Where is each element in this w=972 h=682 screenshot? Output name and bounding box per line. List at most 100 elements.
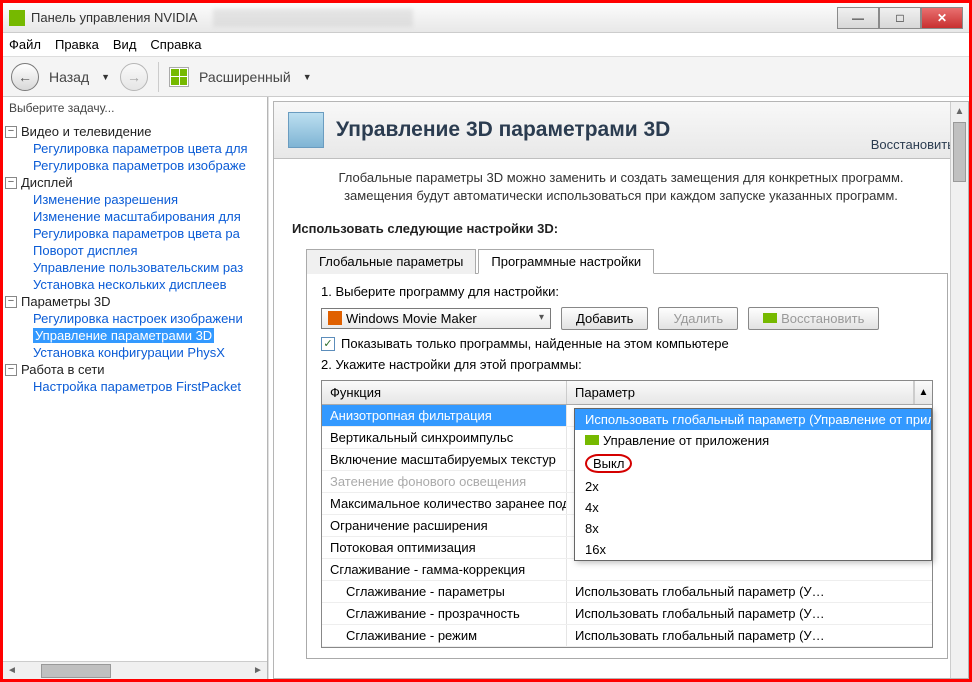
- tree-item[interactable]: Установка нескольких дисплеев: [33, 276, 265, 293]
- restore-link[interactable]: Восстановить: [871, 137, 954, 152]
- tree-item[interactable]: Изменение разрешения: [33, 191, 265, 208]
- nvidia-icon: [585, 435, 599, 445]
- task-tree: −Видео и телевидениеРегулировка параметр…: [3, 119, 267, 661]
- back-button[interactable]: ←: [11, 63, 39, 91]
- forward-button[interactable]: →: [120, 63, 148, 91]
- sidebar: Выберите задачу... −Видео и телевидениеР…: [3, 97, 268, 679]
- cell-parameter[interactable]: Использовать глобальный параметр (У…: [567, 625, 932, 646]
- minus-icon[interactable]: −: [5, 364, 17, 376]
- show-only-found-checkbox[interactable]: ✓: [321, 337, 335, 351]
- tab-program[interactable]: Программные настройки: [478, 249, 654, 274]
- view-mode-label[interactable]: Расширенный: [199, 69, 291, 85]
- tree-group-label: Дисплей: [21, 175, 73, 190]
- title-bar: Панель управления NVIDIA — □ ✕: [3, 3, 969, 33]
- remove-button[interactable]: Удалить: [658, 307, 738, 330]
- tab-content: 1. Выберите программу для настройки: Win…: [306, 274, 948, 659]
- program-combo[interactable]: Windows Movie Maker: [321, 308, 551, 329]
- dropdown-item[interactable]: 4x: [575, 497, 931, 518]
- program-icon: [328, 311, 342, 325]
- table-row[interactable]: Сглаживание - прозрачностьИспользовать г…: [322, 603, 932, 625]
- tree-item[interactable]: Поворот дисплея: [33, 242, 265, 259]
- tree-item[interactable]: Управление пользовательским раз: [33, 259, 265, 276]
- window-buttons: — □ ✕: [837, 7, 963, 29]
- tree-item[interactable]: Регулировка параметров изображе: [33, 157, 265, 174]
- table-row[interactable]: Сглаживание - режимИспользовать глобальн…: [322, 625, 932, 647]
- tree-item[interactable]: Регулировка параметров цвета ра: [33, 225, 265, 242]
- scroll-up-icon[interactable]: ▲: [914, 381, 932, 404]
- step1-label: 1. Выберите программу для настройки:: [321, 284, 933, 299]
- main-area: Выберите задачу... −Видео и телевидениеР…: [3, 97, 969, 679]
- dropdown-item[interactable]: 2x: [575, 476, 931, 497]
- table-row[interactable]: Сглаживание - гамма-коррекция: [322, 559, 932, 581]
- col-function[interactable]: Функция: [322, 381, 567, 404]
- menu-bar: Файл Правка Вид Справка: [3, 33, 969, 57]
- dropdown-item[interactable]: Выкл: [575, 451, 931, 476]
- menu-help[interactable]: Справка: [150, 37, 201, 52]
- settings-heading: Использовать следующие настройки 3D:: [274, 215, 968, 242]
- page-icon: [288, 112, 324, 148]
- blurred-subtitle: [213, 9, 413, 27]
- menu-edit[interactable]: Правка: [55, 37, 99, 52]
- sidebar-hscroll[interactable]: ◄ ►: [3, 661, 267, 679]
- tree-group-label: Видео и телевидение: [21, 124, 152, 139]
- page-description: Глобальные параметры 3D можно заменить и…: [274, 159, 968, 215]
- tree-item[interactable]: Регулировка настроек изображени: [33, 310, 265, 327]
- tree-item[interactable]: Установка конфигурации PhysX: [33, 344, 265, 361]
- scroll-up-icon[interactable]: ▲: [951, 102, 968, 120]
- maximize-button[interactable]: □: [879, 7, 921, 29]
- dropdown-item[interactable]: Использовать глобальный параметр (Управл…: [575, 409, 931, 430]
- cell-function: Анизотропная фильтрация: [322, 405, 567, 426]
- close-button[interactable]: ✕: [921, 7, 963, 29]
- nvidia-icon: [9, 10, 25, 26]
- add-button[interactable]: Добавить: [561, 307, 648, 330]
- view-mode-dropdown-icon[interactable]: ▼: [303, 72, 312, 82]
- tree-item[interactable]: Управление параметрами 3D: [33, 327, 265, 344]
- cell-function: Сглаживание - режим: [322, 625, 567, 646]
- content-panel: Управление 3D параметрами 3D Восстановит…: [268, 97, 969, 679]
- cell-parameter[interactable]: Использовать глобальный параметр (У…: [567, 581, 932, 602]
- tree-group[interactable]: −Видео и телевидение: [5, 123, 265, 140]
- tab-global[interactable]: Глобальные параметры: [306, 249, 476, 274]
- separator: [158, 62, 159, 92]
- view-mode-icon[interactable]: [169, 67, 189, 87]
- restore-button[interactable]: Восстановить: [748, 307, 879, 330]
- dropdown-item[interactable]: Управление от приложения: [575, 430, 931, 451]
- col-parameter[interactable]: Параметр: [567, 381, 914, 404]
- cell-function: Максимальное количество заранее под…: [322, 493, 567, 514]
- dropdown-item[interactable]: 8x: [575, 518, 931, 539]
- page-title: Управление 3D параметрами 3D: [336, 118, 670, 142]
- scroll-thumb[interactable]: [953, 122, 966, 182]
- tree-group-label: Работа в сети: [21, 362, 105, 377]
- tree-group[interactable]: −Параметры 3D: [5, 293, 265, 310]
- scroll-right-icon[interactable]: ►: [249, 663, 267, 679]
- nvidia-icon: [763, 313, 777, 323]
- toolbar: ← Назад ▼ → Расширенный ▼: [3, 57, 969, 97]
- scroll-left-icon[interactable]: ◄: [3, 663, 21, 679]
- tree-item[interactable]: Регулировка параметров цвета для: [33, 140, 265, 157]
- content-vscroll[interactable]: ▲: [950, 102, 968, 678]
- cell-parameter[interactable]: Использовать глобальный параметр (У…: [567, 603, 932, 624]
- cell-function: Включение масштабируемых текстур: [322, 449, 567, 470]
- minus-icon[interactable]: −: [5, 126, 17, 138]
- tree-group[interactable]: −Дисплей: [5, 174, 265, 191]
- table-header: Функция Параметр ▲: [322, 381, 932, 405]
- dropdown-item[interactable]: 16x: [575, 539, 931, 560]
- scroll-thumb[interactable]: [41, 664, 111, 678]
- minimize-button[interactable]: —: [837, 7, 879, 29]
- minus-icon[interactable]: −: [5, 177, 17, 189]
- tree-group[interactable]: −Работа в сети: [5, 361, 265, 378]
- back-dropdown-icon[interactable]: ▼: [101, 72, 110, 82]
- checkbox-label: Показывать только программы, найденные н…: [341, 336, 729, 351]
- table-row[interactable]: Сглаживание - параметрыИспользовать глоб…: [322, 581, 932, 603]
- menu-view[interactable]: Вид: [113, 37, 137, 52]
- cell-parameter[interactable]: [567, 559, 932, 580]
- back-label: Назад: [49, 69, 89, 85]
- menu-file[interactable]: Файл: [9, 37, 41, 52]
- tree-item[interactable]: Изменение масштабирования для: [33, 208, 265, 225]
- tree-group-label: Параметры 3D: [21, 294, 111, 309]
- step2-label: 2. Укажите настройки для этой программы:: [321, 357, 933, 372]
- minus-icon[interactable]: −: [5, 296, 17, 308]
- parameter-dropdown[interactable]: Использовать глобальный параметр (Управл…: [574, 408, 932, 561]
- tabs: Глобальные параметры Программные настрой…: [306, 248, 948, 659]
- tree-item[interactable]: Настройка параметров FirstPacket: [33, 378, 265, 395]
